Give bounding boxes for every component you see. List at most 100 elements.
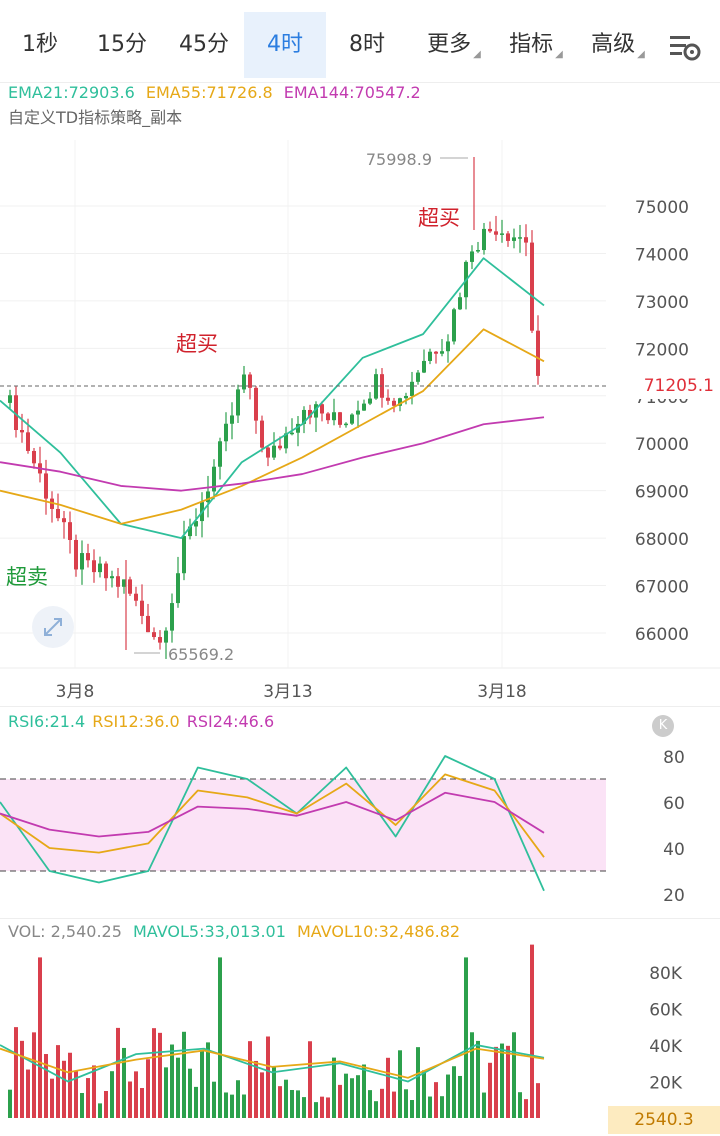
volume-bar [56,1045,60,1118]
candle-body [272,445,276,458]
volume-bar [488,1062,492,1118]
volume-bar [434,1082,438,1118]
candle-body [524,237,528,243]
volume-bar [146,1059,150,1118]
volume-bar [476,1040,480,1118]
candle-body [260,420,264,448]
candle-body [482,228,486,251]
volume-bar [470,1032,474,1118]
candle-body [518,237,522,239]
candle-body [512,237,516,241]
volume-bar [314,1102,318,1118]
volume-bar [428,1096,432,1118]
candle-body [416,372,420,382]
vol-legend: VOL: 2,540.25 MAVOL5:33,013.01 MAVOL10:3… [8,922,466,941]
rsi-tick-label: 40 [663,840,685,860]
volume-bar [398,1050,402,1118]
expand-icon [44,618,62,636]
candle-body [236,389,240,416]
volume-bar [194,1086,198,1118]
high-price-label: 75998.9 [366,150,432,169]
volume-bar [182,1031,186,1118]
volume-bar [98,1103,102,1118]
volume-bar [224,1092,228,1118]
volume-bar [392,1091,396,1118]
volume-bar [518,1092,522,1118]
expand-chart-button[interactable] [32,606,74,648]
candlestick-chart[interactable]: 7500074000730007200071000700006900068000… [0,0,720,1136]
volume-bar [326,1097,330,1118]
volume-bar [284,1079,288,1118]
volume-bar [8,1089,12,1118]
volume-bar [344,1073,348,1118]
candle-body [332,412,336,421]
candle-body [404,395,408,399]
candle-body [392,400,396,406]
volume-bar [104,1090,108,1118]
volume-bar [266,1036,270,1118]
candle-body [338,412,342,425]
candle-body [434,351,438,354]
volume-bar [362,1064,366,1118]
candle-body [182,536,186,574]
collapse-indicator-button[interactable]: K [652,715,674,737]
candle-body [410,381,414,396]
volume-bar [128,1081,132,1118]
candle-body [356,410,360,415]
volume-bar [380,1088,384,1118]
price-tick-label: 75000 [635,198,689,218]
volume-bar [86,1078,90,1118]
candle-body [98,563,102,573]
candle-body [362,403,366,411]
volume-bar [50,1078,54,1118]
rsi6-label: RSI6:21.4 [8,712,86,731]
candle-body [128,579,132,594]
candle-body [68,522,72,540]
volume-bar [458,1075,462,1118]
date-tick-label: 3月18 [477,682,526,702]
candle-body [32,450,36,464]
candle-body [458,297,462,310]
vol-divider [0,918,720,919]
candle-body [86,553,90,561]
candle-body [494,231,498,235]
candle-body [470,251,474,262]
candle-body [44,473,48,499]
mavol10-label: MAVOL10:32,486.82 [297,922,461,941]
volume-bar [68,1052,72,1118]
volume-bar [272,1067,276,1118]
price-tick-label: 70000 [635,435,689,455]
volume-bar [248,1041,252,1118]
volume-bar [524,1099,528,1118]
volume-bar [14,1027,18,1118]
overbought-marker-2: 超买 [418,206,460,230]
candle-body [386,397,390,401]
volume-bar [374,1101,378,1118]
candle-body [8,395,12,403]
candle-body [170,603,174,631]
candle-body [146,615,150,633]
rsi-legend: RSI6:21.4 RSI12:36.0 RSI24:46.6 [8,712,280,731]
volume-bar [176,1057,180,1118]
volume-bar [386,1057,390,1118]
rsi24-label: RSI24:46.6 [186,712,275,731]
candle-body [134,593,138,601]
rsi-divider [0,706,720,707]
candle-body [80,553,84,570]
volume-bar [62,1060,66,1118]
volume-bar [416,1047,420,1118]
candle-body [254,387,258,421]
candle-body [344,423,348,426]
price-tick-label: 69000 [635,483,689,503]
low-price-label: 65569.2 [168,645,234,664]
volume-bar [350,1078,354,1118]
vol-tick-label: 80K [649,964,683,984]
vol-tick-label: 60K [649,1001,683,1021]
volume-bar [218,957,222,1118]
volume-bar [368,1090,372,1118]
volume-bar [26,1069,30,1118]
vol-tick-label: 40K [649,1037,683,1057]
volume-bar [404,1089,408,1118]
candle-body [176,573,180,604]
candle-body [56,508,60,519]
